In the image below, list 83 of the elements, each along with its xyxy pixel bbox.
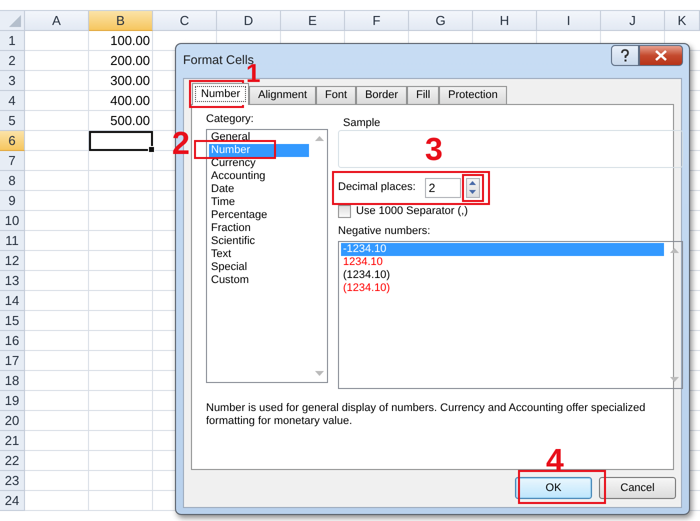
close-icon [655,50,667,61]
checkbox-label: Use 1000 Separator (,) [356,204,468,218]
table-cell-text: 300.00 [109,72,151,90]
step-number: 3 [425,134,443,164]
list-item[interactable]: 1234.10 [341,256,664,269]
column-header[interactable]: A [25,11,89,31]
highlight-frame [189,80,244,108]
row-header[interactable]: 17 [0,351,25,371]
row-header[interactable]: 16 [0,331,25,351]
list-item[interactable]: Text [209,248,309,261]
row-header[interactable]: 22 [0,451,25,471]
row-header[interactable]: 23 [0,471,25,491]
column-header[interactable]: F [345,11,409,31]
field-label: Decimal places: [338,181,416,194]
active-cell[interactable] [89,131,153,151]
column-header[interactable]: K [665,11,700,31]
row-header[interactable]: 20 [0,411,25,431]
row-header[interactable]: 7 [0,151,25,171]
row-header[interactable]: 13 [0,271,25,291]
table-cell-text: 200.00 [109,52,151,70]
checkbox[interactable] [338,204,351,218]
tab[interactable]: Fill [407,86,440,104]
column-header[interactable]: G [409,11,473,31]
column-header[interactable]: C [153,11,217,31]
ok-button[interactable]: OK [515,477,592,500]
list-item[interactable]: General [209,130,309,144]
row-header[interactable]: 19 [0,391,25,411]
list-item[interactable]: Currency [209,156,309,170]
row-header[interactable]: 2 [0,51,25,71]
table-cell-text: 400.00 [109,92,151,110]
row-header[interactable]: 14 [0,291,25,311]
list-item[interactable]: Accounting [209,170,309,183]
tab[interactable]: Number [192,82,250,105]
row-header[interactable]: 1 [0,31,25,51]
scroll-down-icon[interactable] [670,376,678,382]
list-item[interactable]: Time [209,196,309,209]
number-field[interactable]: 2 [424,178,461,198]
description-text: Number is used for general display of numbers. Currency and Accounting offer specialized formatting for monetary value. [206,402,646,428]
help-icon [620,49,630,62]
table-cell-text: 500.00 [109,112,151,130]
close-button[interactable] [639,45,683,66]
up-arrow-icon [469,181,476,186]
cancel-button[interactable]: Cancel [599,477,676,500]
column-header[interactable]: J [601,11,665,31]
list-item[interactable]: Special [209,260,309,274]
row-header[interactable]: 10 [0,211,25,231]
column-header[interactable]: D [217,11,281,31]
list-item[interactable]: Custom [209,274,309,287]
column-header[interactable]: B [89,11,153,31]
row-header[interactable]: 6 [0,131,25,151]
row-header[interactable]: 24 [0,491,25,511]
tab[interactable]: Protection [439,86,507,104]
list-item[interactable]: Fraction [209,222,309,235]
row-header[interactable]: 4 [0,91,25,111]
triangle-icon [9,15,21,27]
table-cell-text: 100.00 [109,32,151,50]
group-label: Sample [341,116,382,130]
column-header[interactable]: H [473,11,537,31]
down-arrow-icon [469,190,476,194]
step-number: 4 [546,445,564,475]
row-header[interactable]: 15 [0,311,25,331]
row-header[interactable]: 11 [0,231,25,251]
list-item[interactable]: (1234.10) [341,282,664,295]
column-header[interactable]: I [537,11,601,31]
field-label: Negative numbers: [338,224,432,238]
field-label: Category: [206,112,255,126]
list-item[interactable]: Scientific [209,234,309,248]
row-header[interactable]: 5 [0,111,25,131]
column-header[interactable]: E [281,11,345,31]
list-item[interactable]: (1234.10) [341,268,664,282]
tab[interactable]: Font [316,86,356,104]
row-header[interactable]: 18 [0,371,25,391]
row-header[interactable]: 8 [0,171,25,191]
scroll-up-icon[interactable] [670,248,678,253]
help-button[interactable] [611,45,639,66]
row-header[interactable]: 21 [0,431,25,451]
row-header[interactable]: 9 [0,191,25,211]
list-item[interactable]: Date [209,182,309,196]
row-header[interactable]: 3 [0,71,25,91]
tab[interactable]: Border [356,86,408,104]
tab[interactable]: Alignment [249,86,316,104]
row-header[interactable]: 12 [0,251,25,271]
list-item[interactable]: Percentage [209,208,309,222]
